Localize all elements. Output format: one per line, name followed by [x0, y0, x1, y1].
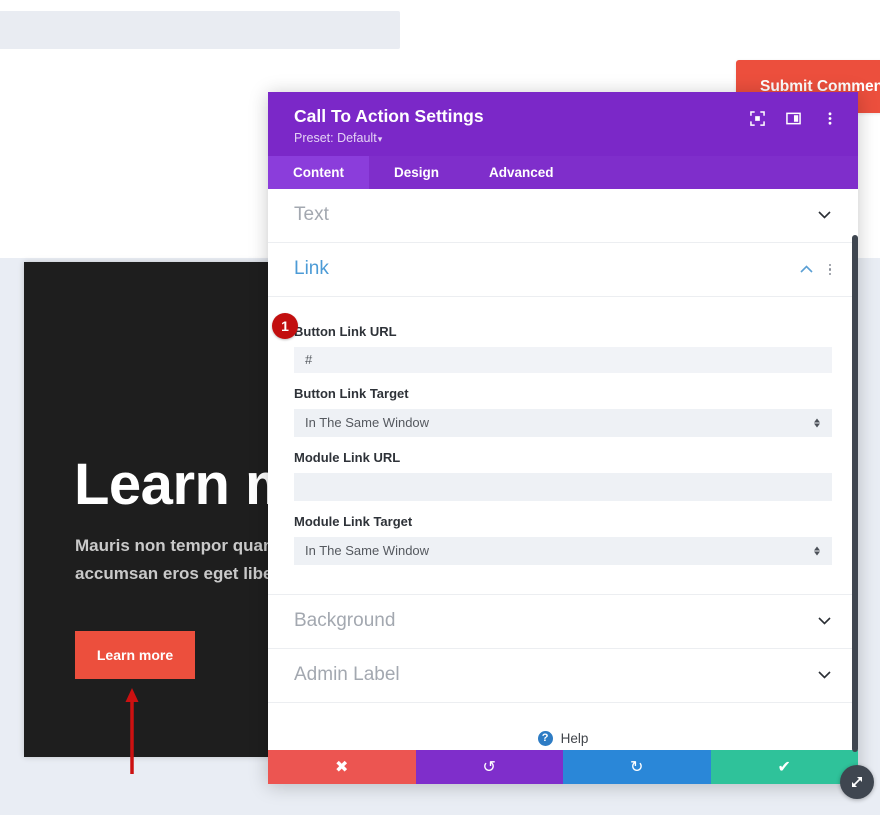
section-title-background: Background [294, 610, 396, 632]
modal-header: Call To Action Settings Preset: Default▾ [268, 92, 858, 156]
undo-button[interactable]: ↺ [415, 750, 563, 784]
section-header-link[interactable]: Link [268, 243, 858, 297]
chevron-down-icon [817, 208, 831, 222]
section-header-text[interactable]: Text [268, 189, 858, 243]
input-button-link-url[interactable] [294, 346, 832, 373]
redo-button[interactable]: ↻ [563, 750, 711, 784]
focus-icon[interactable] [749, 110, 766, 127]
label-button-link-url: Button Link URL [294, 323, 397, 339]
section-options-icon[interactable] [828, 263, 831, 276]
tab-advanced[interactable]: Advanced [464, 156, 579, 189]
select-button-link-target-value: In The Same Window [305, 414, 430, 430]
cta-learn-more-button[interactable]: Learn more [75, 631, 195, 679]
tab-content[interactable]: Content [268, 155, 369, 189]
stepper-arrows-icon[interactable] [814, 546, 820, 556]
preset-selector[interactable]: Preset: Default▾ [294, 131, 749, 145]
chevron-up-icon [800, 262, 814, 276]
label-module-link-target: Module Link Target [294, 513, 413, 529]
website-comment-field[interactable] [0, 11, 400, 49]
preset-label: Preset: Default [294, 130, 377, 145]
select-module-link-target-value: In The Same Window [305, 542, 430, 558]
settings-accordion: Text Link Button Link URL # Button Link … [268, 189, 858, 750]
save-button[interactable]: ✔ [710, 750, 858, 784]
step-marker-1: 1 [272, 313, 298, 339]
layout-panel-icon[interactable] [785, 110, 802, 127]
modal-tab-bar: Content Design Advanced [268, 155, 858, 189]
modal-scrollbar[interactable] [852, 235, 858, 752]
section-header-background[interactable]: Background [268, 595, 858, 649]
help-label: Help [560, 731, 589, 747]
stepper-arrows-icon[interactable] [814, 418, 820, 428]
call-to-action-settings-modal: Call To Action Settings Preset: Default▾ [268, 92, 858, 784]
section-title-text: Text [294, 204, 329, 226]
chevron-down-icon [817, 668, 831, 682]
field-module-link-url: Module Link URL [294, 450, 832, 501]
section-title-admin-label: Admin Label [294, 664, 400, 686]
label-module-link-url: Module Link URL [294, 449, 401, 465]
chevron-down-icon [817, 614, 831, 628]
section-header-admin-label[interactable]: Admin Label [268, 649, 858, 703]
close-button[interactable]: ✖ [268, 750, 416, 784]
help-icon: ? [537, 731, 553, 747]
modal-footer: ✖ ↺ ↻ ✔ [268, 750, 858, 784]
modal-body: Text Link Button Link URL # Button Link … [268, 188, 858, 750]
field-button-link-target: Button Link Target In The Same Window [294, 386, 832, 437]
label-button-link-target: Button Link Target [294, 385, 409, 401]
field-button-link-url: Button Link URL [294, 324, 832, 373]
field-module-link-target: Module Link Target In The Same Window [294, 514, 832, 565]
resize-handle-icon[interactable] [840, 765, 874, 799]
link-section-body: Button Link URL Button Link Target In Th… [268, 297, 858, 595]
input-module-link-url[interactable] [294, 472, 832, 501]
select-button-link-target[interactable]: In The Same Window [294, 408, 832, 437]
more-vertical-icon[interactable] [821, 110, 838, 127]
help-row[interactable]: ? Help [268, 702, 858, 750]
select-module-link-target[interactable]: In The Same Window [294, 536, 832, 565]
section-title-link: Link [294, 258, 329, 280]
tab-design[interactable]: Design [369, 156, 464, 189]
modal-title: Call To Action Settings [294, 106, 484, 126]
preset-caret-icon: ▾ [377, 133, 383, 144]
